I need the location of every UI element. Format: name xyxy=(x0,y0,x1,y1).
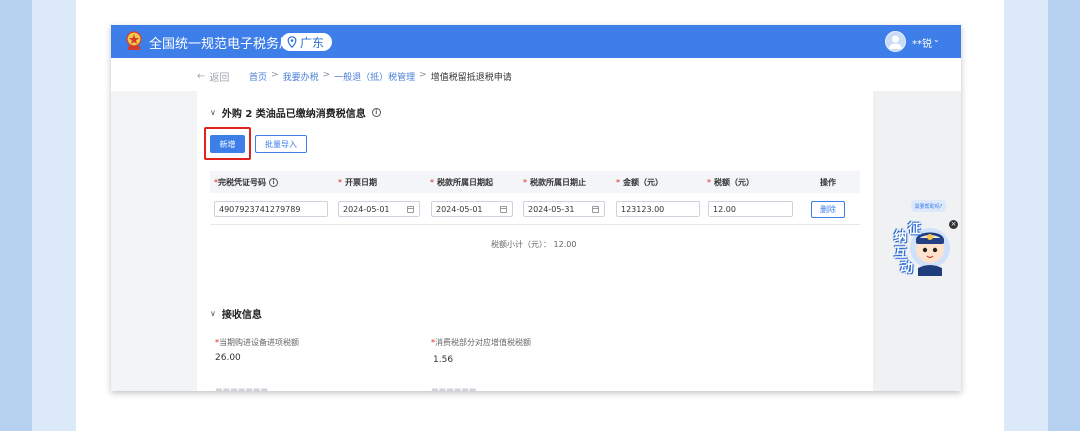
page-frame-left xyxy=(0,0,32,431)
section-receive-title[interactable]: ∨ 接收信息 xyxy=(210,306,262,321)
voucher-number-input[interactable]: 4907923741279789 xyxy=(214,201,328,217)
chat-char: 征 xyxy=(908,222,922,237)
amount-input[interactable]: 123123.00 xyxy=(616,201,700,217)
page-frame-left-inner xyxy=(32,0,76,431)
highlight-annotation xyxy=(204,127,251,160)
location-pin-icon xyxy=(287,36,297,48)
user-silhouette-icon xyxy=(889,35,902,49)
field-label-faded: ▬▬▬▬▬▬ xyxy=(431,385,477,391)
batch-import-button[interactable]: 批量导入 xyxy=(255,135,307,153)
period-start-picker[interactable]: 2024-05-01 xyxy=(431,201,513,217)
chat-tooltip[interactable]: 需要帮助吗? xyxy=(911,200,946,212)
breadcrumb: 首页 > 我要办税 > 一般退（抵）税管理 > 增值税留抵退税申请 xyxy=(249,70,512,83)
site-title: 全国统一规范电子税务局 xyxy=(149,37,293,52)
back-label: 返回 xyxy=(209,73,230,84)
tax-input[interactable]: 12.00 xyxy=(708,201,793,217)
field-label-faded: ▬▬▬▬▬▬▬ xyxy=(215,385,268,391)
info-icon[interactable]: i xyxy=(269,178,278,187)
column-header: *完税凭证号码 i xyxy=(214,177,278,188)
chevron-down-icon[interactable]: ⌄ xyxy=(933,35,940,44)
browser-window: 全国统一规范电子税务局 广东 **锐 ⌄ ← 返回 首页 > 我要办税 > 一般… xyxy=(111,25,961,391)
breadcrumb-current: 增值税留抵退税申请 xyxy=(430,73,512,83)
section-oil-tax-title[interactable]: ∨ 外购 2 类油品已缴纳消费税信息 i xyxy=(210,105,381,120)
chevron-down-icon: ∨ xyxy=(210,309,216,318)
calendar-icon xyxy=(407,206,414,213)
delete-button[interactable]: 删除 xyxy=(811,201,845,218)
column-header: 操作 xyxy=(820,178,836,187)
breadcrumb-tax[interactable]: 我要办税 xyxy=(283,70,319,83)
region-label: 广东 xyxy=(300,35,325,50)
column-header: * 税款所属日期起 xyxy=(430,178,493,187)
region-selector[interactable]: 广东 xyxy=(281,33,333,51)
section-receive-label: 接收信息 xyxy=(221,310,262,321)
tax-subtotal: 税额小计（元）： 12.00 xyxy=(491,240,577,249)
user-name[interactable]: **锐 xyxy=(912,35,932,50)
info-icon[interactable]: i xyxy=(371,108,381,117)
user-avatar[interactable] xyxy=(885,31,906,52)
breadcrumb-separator: > xyxy=(419,70,427,80)
calendar-icon xyxy=(500,206,507,213)
field-label: *消费税部分对应增值税税额 xyxy=(431,338,531,347)
arrow-left-icon: ← xyxy=(197,71,206,82)
calendar-icon xyxy=(592,206,599,213)
breadcrumb-separator: > xyxy=(322,70,331,80)
column-header: * 开票日期 xyxy=(338,178,377,187)
field-value: 26.00 xyxy=(215,353,241,363)
chevron-down-icon: ∨ xyxy=(210,108,216,117)
section-oil-tax-label: 外购 2 类油品已缴纳消费税信息 xyxy=(221,109,366,120)
tax-emblem-icon xyxy=(126,31,142,50)
page-frame-right xyxy=(1048,0,1080,431)
page-frame-right-inner xyxy=(1004,0,1048,431)
breadcrumb-bar: ← 返回 首页 > 我要办税 > 一般退（抵）税管理 > 增值税留抵退税申请 xyxy=(111,58,961,91)
table-header: *完税凭证号码 i * 开票日期 * 税款所属日期起 * 税款所属日期止 * 金额（元）… xyxy=(210,171,860,193)
breadcrumb-home[interactable]: 首页 xyxy=(249,70,267,83)
field-label: *当期购进设备进项税额 xyxy=(215,338,299,347)
chat-char: 动 xyxy=(900,261,914,276)
breadcrumb-refund[interactable]: 一般退（抵）税管理 xyxy=(334,70,415,83)
close-icon[interactable]: × xyxy=(949,220,958,229)
column-header: * 税款所属日期止 xyxy=(523,178,586,187)
back-button[interactable]: ← 返回 xyxy=(197,69,229,84)
top-bar: 全国统一规范电子税务局 广东 **锐 ⌄ xyxy=(111,25,961,58)
column-header: * 金额（元） xyxy=(616,178,663,187)
table-row: 4907923741279789 2024-05-01 2024-05-01 2… xyxy=(210,193,860,225)
column-header: * 税额（元） xyxy=(707,178,754,187)
breadcrumb-separator: > xyxy=(271,70,279,80)
invoice-date-picker[interactable]: 2024-05-01 xyxy=(338,201,420,217)
period-end-picker[interactable]: 2024-05-31 xyxy=(523,201,605,217)
field-value: 1.56 xyxy=(433,355,454,365)
